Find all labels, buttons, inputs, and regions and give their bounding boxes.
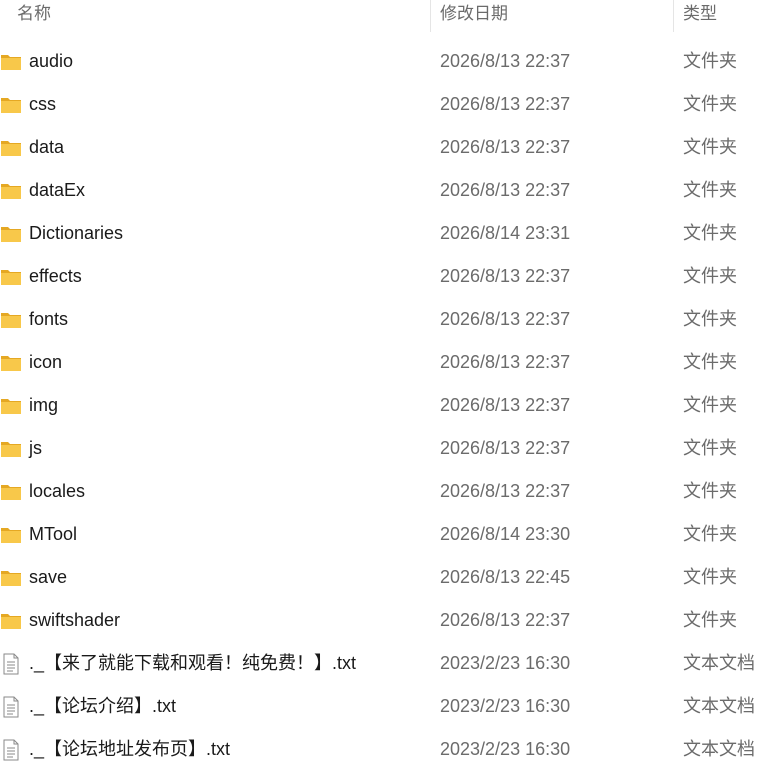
file-modified-date: 2026/8/13 22:37 — [440, 180, 571, 200]
file-type: 文件夹 — [683, 180, 737, 200]
file-name: img — [29, 395, 59, 415]
file-name: MTool — [29, 524, 78, 544]
folder-icon — [0, 352, 22, 374]
file-name: dataEx — [29, 180, 86, 200]
file-name: ._【论坛地址发布页】.txt — [29, 739, 231, 759]
file-name: data — [29, 137, 65, 157]
folder-icon — [0, 610, 22, 632]
list-item[interactable]: MTool 2026/8/14 23:30 文件夹 — [0, 513, 759, 556]
file-type: 文件夹 — [683, 395, 737, 415]
text-file-icon — [0, 653, 22, 675]
list-item[interactable]: css 2026/8/13 22:37 文件夹 — [0, 83, 759, 126]
file-modified-date: 2026/8/13 22:37 — [440, 438, 571, 458]
file-modified-date: 2026/8/13 22:37 — [440, 481, 571, 501]
file-type: 文件夹 — [683, 94, 737, 114]
file-name: audio — [29, 51, 74, 71]
file-name: save — [29, 567, 68, 587]
file-name: css — [29, 94, 56, 114]
list-item[interactable]: effects 2026/8/13 22:37 文件夹 — [0, 255, 759, 298]
column-header-modified[interactable]: 修改日期 — [440, 0, 508, 32]
file-type: 文本文档 — [683, 696, 755, 716]
list-item[interactable]: img 2026/8/13 22:37 文件夹 — [0, 384, 759, 427]
file-type: 文件夹 — [683, 438, 737, 458]
column-header-name[interactable]: 名称 — [17, 0, 51, 32]
folder-icon — [0, 223, 22, 245]
list-item[interactable]: save 2026/8/13 22:45 文件夹 — [0, 556, 759, 599]
list-item[interactable]: dataEx 2026/8/13 22:37 文件夹 — [0, 169, 759, 212]
file-modified-date: 2026/8/13 22:37 — [440, 395, 571, 415]
file-name: effects — [29, 266, 82, 286]
file-type: 文本文档 — [683, 653, 755, 673]
file-type: 文件夹 — [683, 524, 737, 544]
file-type: 文件夹 — [683, 352, 737, 372]
folder-icon — [0, 137, 22, 159]
file-name: ._【来了就能下载和观看！纯免费！】.txt — [29, 653, 357, 673]
file-modified-date: 2026/8/13 22:37 — [440, 94, 571, 114]
list-item[interactable]: js 2026/8/13 22:37 文件夹 — [0, 427, 759, 470]
file-modified-date: 2026/8/13 22:45 — [440, 567, 571, 587]
file-type: 文件夹 — [683, 610, 737, 630]
file-name: locales — [29, 481, 86, 501]
folder-icon — [0, 309, 22, 331]
file-modified-date: 2023/2/23 16:30 — [440, 696, 571, 716]
file-type: 文件夹 — [683, 309, 737, 329]
column-header: 名称 修改日期 类型 — [0, 0, 759, 32]
file-type: 文本文档 — [683, 739, 755, 759]
file-name: icon — [29, 352, 63, 372]
file-type: 文件夹 — [683, 266, 737, 286]
folder-icon — [0, 51, 22, 73]
file-type: 文件夹 — [683, 223, 737, 243]
list-item[interactable]: audio 2026/8/13 22:37 文件夹 — [0, 40, 759, 83]
list-item[interactable]: ._【论坛地址发布页】.txt 2023/2/23 16:30 文本文档 — [0, 728, 759, 771]
file-name: fonts — [29, 309, 69, 329]
list-item[interactable]: swiftshader 2026/8/13 22:37 文件夹 — [0, 599, 759, 642]
file-type: 文件夹 — [683, 567, 737, 587]
file-name: ._【论坛介绍】.txt — [29, 696, 177, 716]
folder-icon — [0, 94, 22, 116]
file-modified-date: 2026/8/13 22:37 — [440, 51, 571, 71]
list-item[interactable]: fonts 2026/8/13 22:37 文件夹 — [0, 298, 759, 341]
file-modified-date: 2026/8/13 22:37 — [440, 352, 571, 372]
list-item[interactable]: ._【来了就能下载和观看！纯免费！】.txt 2023/2/23 16:30 文本文… — [0, 642, 759, 685]
folder-icon — [0, 395, 22, 417]
file-type: 文件夹 — [683, 137, 737, 157]
file-modified-date: 2026/8/13 22:37 — [440, 610, 571, 630]
file-modified-date: 2026/8/13 22:37 — [440, 137, 571, 157]
file-modified-date: 2026/8/13 22:37 — [440, 266, 571, 286]
list-item[interactable]: locales 2026/8/13 22:37 文件夹 — [0, 470, 759, 513]
column-divider[interactable] — [430, 0, 431, 32]
folder-icon — [0, 438, 22, 460]
folder-icon — [0, 481, 22, 503]
list-item[interactable]: ._【论坛介绍】.txt 2023/2/23 16:30 文本文档 — [0, 685, 759, 728]
file-modified-date: 2023/2/23 16:30 — [440, 653, 571, 673]
file-type: 文件夹 — [683, 51, 737, 71]
list-item[interactable]: icon 2026/8/13 22:37 文件夹 — [0, 341, 759, 384]
list-item[interactable]: data 2026/8/13 22:37 文件夹 — [0, 126, 759, 169]
file-type: 文件夹 — [683, 481, 737, 501]
file-name: swiftshader — [29, 610, 121, 630]
folder-icon — [0, 266, 22, 288]
file-name: Dictionaries — [29, 223, 124, 243]
file-modified-date: 2023/2/23 16:30 — [440, 739, 571, 759]
text-file-icon — [0, 739, 22, 761]
folder-icon — [0, 567, 22, 589]
file-name: js — [29, 438, 42, 458]
file-modified-date: 2026/8/14 23:30 — [440, 524, 571, 544]
file-modified-date: 2026/8/13 22:37 — [440, 309, 571, 329]
column-header-type[interactable]: 类型 — [683, 0, 717, 32]
list-item[interactable]: Dictionaries 2026/8/14 23:31 文件夹 — [0, 212, 759, 255]
text-file-icon — [0, 696, 22, 718]
folder-icon — [0, 524, 22, 546]
folder-icon — [0, 180, 22, 202]
column-divider[interactable] — [673, 0, 674, 32]
file-modified-date: 2026/8/14 23:31 — [440, 223, 571, 243]
